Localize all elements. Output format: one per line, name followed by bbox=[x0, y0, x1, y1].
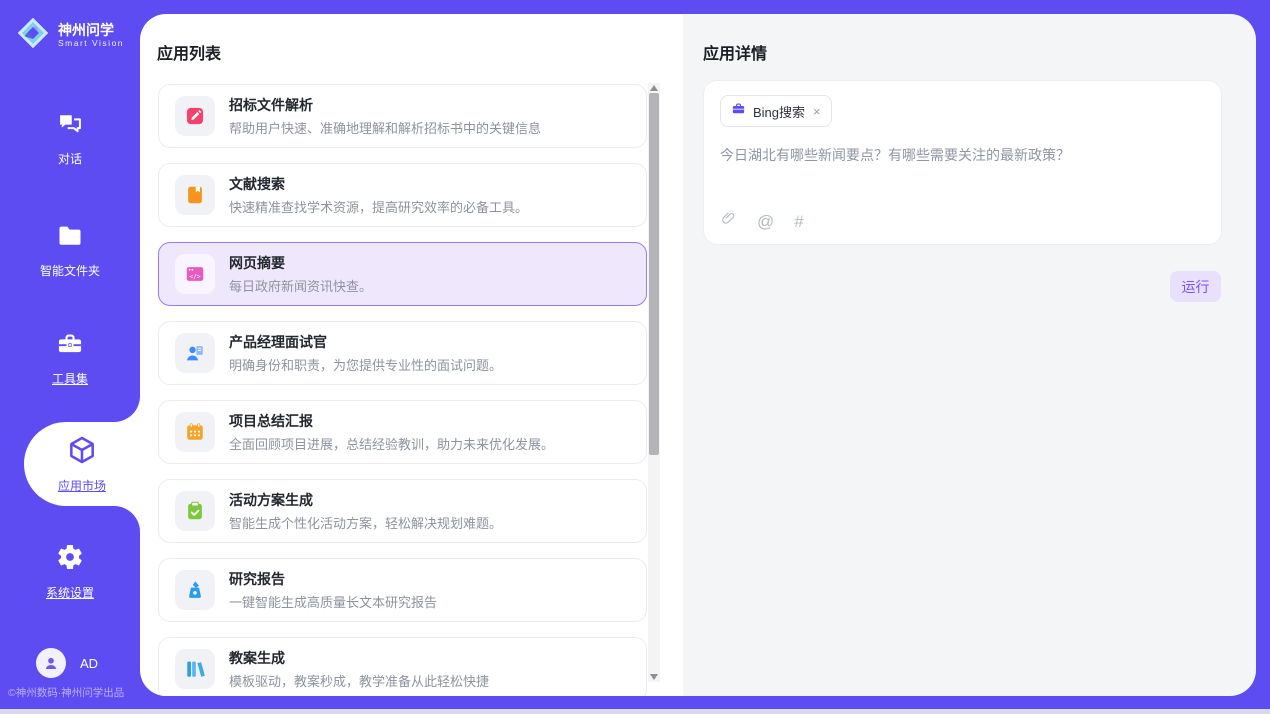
tool-tag-bing-search[interactable]: Bing搜索 × bbox=[720, 95, 832, 127]
app-detail-title: 应用详情 bbox=[703, 40, 767, 64]
app-card-title: 产品经理面试官 bbox=[229, 333, 502, 351]
brand-diamond-icon bbox=[16, 16, 50, 55]
interviewer-icon bbox=[175, 333, 215, 373]
calendar-icon bbox=[175, 412, 215, 452]
app-list-panel: 应用列表 招标文件解析 帮助用户快速、准确地理解和解析招标书中的关键信息 文献搜… bbox=[140, 14, 683, 696]
sidebar-item-label: 应用市场 bbox=[58, 477, 106, 494]
sidebar-item-smart-folder[interactable]: 智能文件夹 bbox=[0, 222, 140, 279]
app-card-desc: 全面回顾项目进展，总结经验教训，助力未来优化发展。 bbox=[229, 434, 554, 453]
cube-icon bbox=[66, 434, 98, 471]
app-card-title: 教案生成 bbox=[229, 649, 489, 667]
folder-icon bbox=[56, 222, 84, 255]
gear-icon bbox=[55, 542, 85, 577]
app-window: 神州问学 Smart Vision 对话 智能文件夹 bbox=[0, 0, 1270, 714]
app-card[interactable]: 教案生成 模板驱动，教案秒成，教学准备从此轻松快捷 bbox=[158, 637, 647, 696]
app-card-title: 活动方案生成 bbox=[229, 491, 502, 509]
app-card-desc: 明确身份和职责，为您提供专业性的面试问题。 bbox=[229, 355, 502, 374]
browser-code-icon: </> bbox=[175, 254, 215, 294]
window-bottom-edge bbox=[0, 709, 1270, 714]
content-frame: 应用列表 招标文件解析 帮助用户快速、准确地理解和解析招标书中的关键信息 文献搜… bbox=[140, 14, 1256, 696]
app-card[interactable]: 研究报告 一键智能生成高质量长文本研究报告 bbox=[158, 558, 647, 622]
sidebar: 神州问学 Smart Vision 对话 智能文件夹 bbox=[0, 0, 140, 709]
app-card[interactable]: 招标文件解析 帮助用户快速、准确地理解和解析招标书中的关键信息 bbox=[158, 84, 647, 148]
active-notch-bottom bbox=[114, 506, 140, 532]
book-icon bbox=[175, 175, 215, 215]
tag-close-icon[interactable]: × bbox=[813, 104, 821, 119]
active-notch-top bbox=[114, 396, 140, 422]
app-card-title: 招标文件解析 bbox=[229, 96, 541, 114]
clipboard-check-icon bbox=[175, 491, 215, 531]
ink-pen-icon bbox=[175, 570, 215, 610]
query-text[interactable]: 今日湖北有哪些新闻要点？有哪些需要关注的最新政策？ bbox=[720, 145, 1205, 165]
scrollbar-track[interactable] bbox=[648, 83, 660, 682]
scroll-down-icon[interactable] bbox=[650, 674, 658, 680]
avatar bbox=[36, 648, 66, 678]
app-card-desc: 帮助用户快速、准确地理解和解析招标书中的关键信息 bbox=[229, 118, 541, 137]
app-card-desc: 模板驱动，教案秒成，教学准备从此轻松快捷 bbox=[229, 671, 489, 690]
app-list-title: 应用列表 bbox=[157, 40, 221, 64]
scrollbar-thumb[interactable] bbox=[649, 93, 659, 455]
sidebar-item-label: 系统设置 bbox=[46, 584, 94, 601]
sidebar-item-label: 对话 bbox=[58, 150, 82, 167]
app-card-desc: 每日政府新闻资讯快查。 bbox=[229, 276, 372, 295]
sidebar-item-settings[interactable]: 系统设置 bbox=[0, 542, 140, 601]
app-card-title: 网页摘要 bbox=[229, 254, 372, 272]
user-name: AD bbox=[80, 656, 98, 671]
app-card[interactable]: 活动方案生成 智能生成个性化活动方案，轻松解决规划难题。 bbox=[158, 479, 647, 543]
paperclip-icon[interactable] bbox=[720, 210, 737, 232]
query-input-card[interactable]: Bing搜索 × 今日湖北有哪些新闻要点？有哪些需要关注的最新政策？ @ # bbox=[703, 80, 1222, 245]
app-card[interactable]: 文献搜索 快速精准查找学术资源，提高研究效率的必备工具。 bbox=[158, 163, 647, 227]
run-button[interactable]: 运行 bbox=[1170, 271, 1221, 302]
sidebar-item-toolset[interactable]: 工具集 bbox=[0, 330, 140, 387]
sidebar-item-chat[interactable]: 对话 bbox=[0, 110, 140, 167]
app-card-desc: 智能生成个性化活动方案，轻松解决规划难题。 bbox=[229, 513, 502, 532]
app-card-desc: 快速精准查找学术资源，提高研究效率的必备工具。 bbox=[229, 197, 528, 216]
app-list: 招标文件解析 帮助用户快速、准确地理解和解析招标书中的关键信息 文献搜索 快速精… bbox=[158, 84, 647, 696]
app-card-title: 研究报告 bbox=[229, 570, 437, 588]
svg-text:</>: </> bbox=[189, 273, 200, 280]
hash-icon[interactable]: # bbox=[794, 213, 803, 230]
tool-tag-label: Bing搜索 bbox=[753, 102, 805, 121]
brand-logo: 神州问学 Smart Vision bbox=[16, 16, 124, 55]
briefcase-icon bbox=[731, 101, 746, 121]
app-card[interactable]: 项目总结汇报 全面回顾项目进展，总结经验教训，助力未来优化发展。 bbox=[158, 400, 647, 464]
app-card-desc: 一键智能生成高质量长文本研究报告 bbox=[229, 592, 437, 611]
sidebar-item-app-market[interactable]: 应用市场 bbox=[24, 422, 140, 506]
brand-subtitle: Smart Vision bbox=[58, 38, 124, 49]
app-detail-panel: 应用详情 Bing搜索 × 今日湖北有哪些新闻要点？有哪些需要关注的最新政策？ bbox=[683, 14, 1256, 696]
app-card[interactable]: </> 网页摘要 每日政府新闻资讯快查。 bbox=[158, 242, 647, 306]
chat-icon bbox=[56, 110, 84, 143]
app-card-title: 项目总结汇报 bbox=[229, 412, 554, 430]
sidebar-item-label: 工具集 bbox=[52, 370, 88, 387]
sidebar-item-label: 智能文件夹 bbox=[40, 262, 100, 279]
books-icon bbox=[175, 649, 215, 689]
user-account[interactable]: AD bbox=[36, 648, 98, 678]
toolbox-icon bbox=[56, 330, 84, 363]
app-card-title: 文献搜索 bbox=[229, 175, 528, 193]
app-card[interactable]: 产品经理面试官 明确身份和职责，为您提供专业性的面试问题。 bbox=[158, 321, 647, 385]
brand-name: 神州问学 bbox=[58, 22, 124, 38]
attachment-toolbar: @ # bbox=[720, 210, 804, 232]
mention-icon[interactable]: @ bbox=[757, 213, 774, 230]
edit-square-icon bbox=[175, 96, 215, 136]
scroll-up-icon[interactable] bbox=[650, 85, 658, 91]
